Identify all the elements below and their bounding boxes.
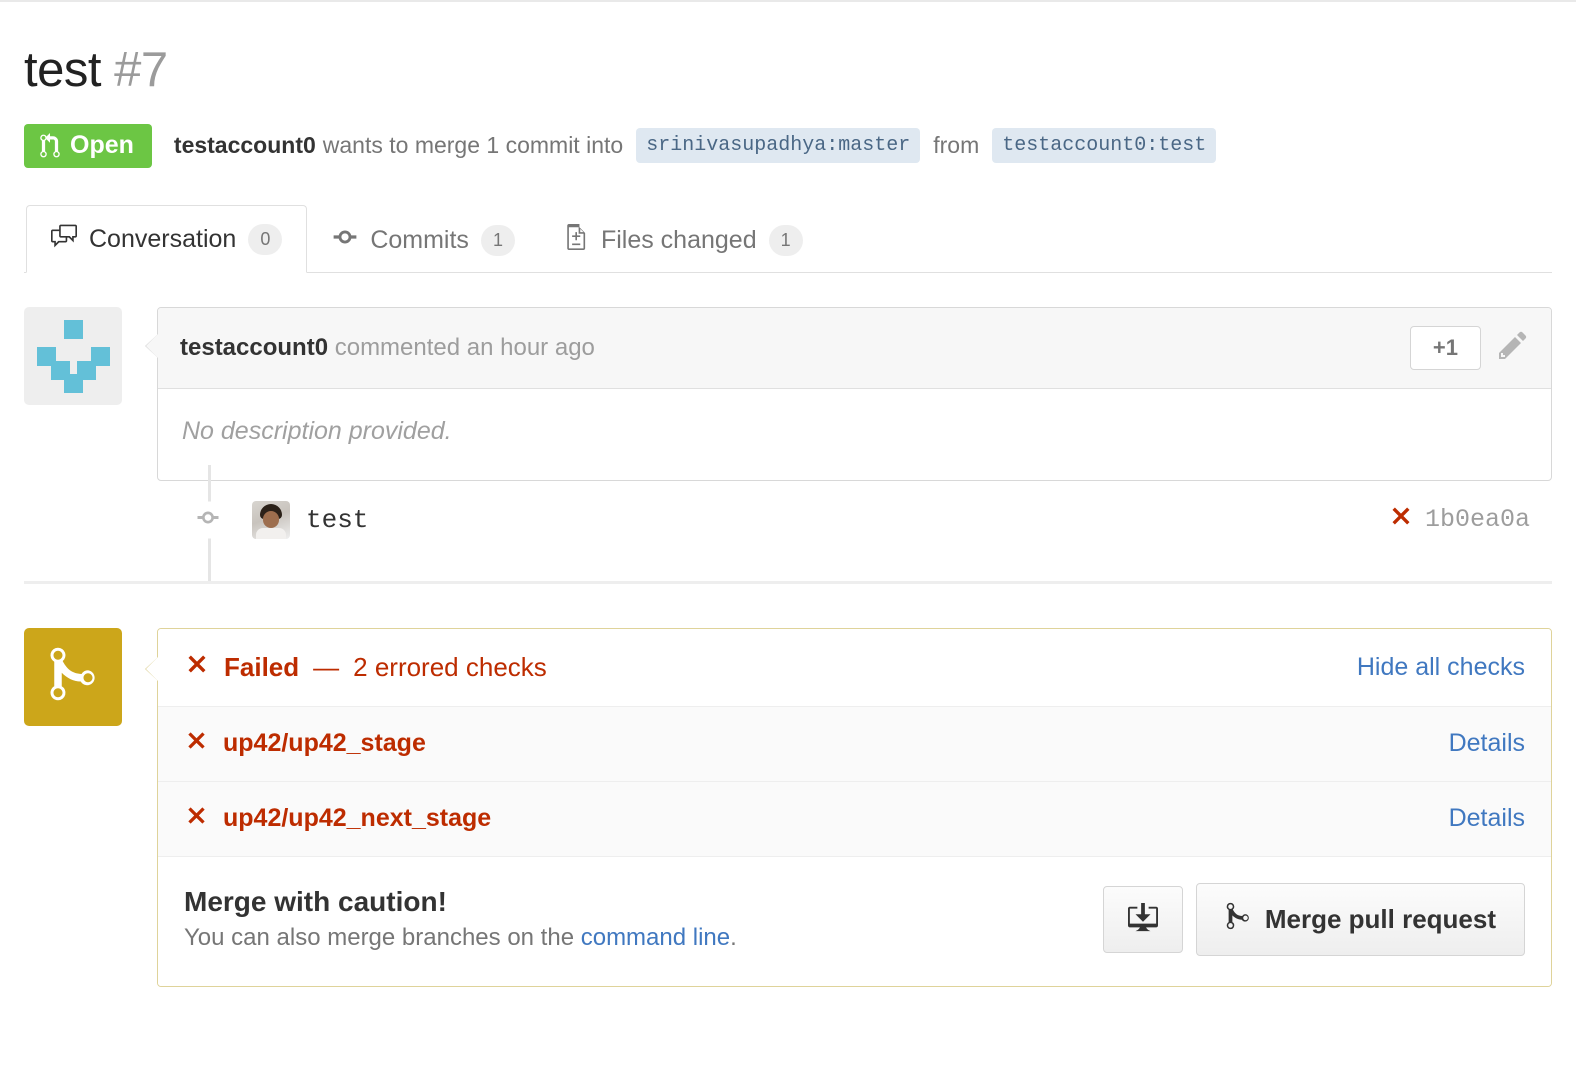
commit-sha[interactable]: 1b0ea0a — [1425, 505, 1530, 534]
commit-sha-group: 1b0ea0a — [1388, 503, 1552, 537]
top-hairline — [0, 0, 1576, 2]
toggle-all-checks-link[interactable]: Hide all checks — [1357, 653, 1525, 682]
pr-from-word: from — [933, 132, 980, 159]
merge-footer: Merge with caution! You can also merge b… — [158, 855, 1551, 986]
check-details-link[interactable]: Details — [1449, 804, 1525, 833]
checks-status: Failed — 2 errored checks — [184, 651, 547, 684]
git-pull-request-icon — [39, 132, 61, 159]
x-icon[interactable] — [1388, 503, 1414, 537]
avatar[interactable] — [24, 306, 122, 405]
commit-content: test — [252, 500, 368, 539]
pr-author[interactable]: testaccount0 — [174, 132, 316, 159]
checks-status-detail: 2 errored checks — [353, 651, 547, 682]
commit-row: test 1b0ea0a — [24, 464, 1552, 581]
x-icon — [184, 651, 210, 684]
pr-merge-phrase: wants to merge 1 commit into — [322, 132, 624, 159]
merge-heading: Merge with caution! — [184, 886, 447, 918]
merge-note: You can also merge branches on the comma… — [184, 924, 737, 952]
merge-note-suffix: . — [730, 924, 737, 952]
checks-status-dash: — — [313, 651, 340, 682]
comment-body: No description provided. — [182, 416, 452, 445]
comment-timestamp: commented an hour ago — [334, 333, 595, 361]
merge-pull-request-button[interactable]: Merge pull request — [1195, 882, 1525, 956]
check-name-group: up42/up42_stage — [184, 728, 426, 760]
merge-buttons: Merge pull request — [1102, 882, 1525, 956]
git-commit-icon — [332, 224, 358, 257]
timeline-divider — [24, 580, 1552, 584]
status-badge: Open — [24, 123, 152, 168]
pr-tabs: Conversation 0 Commits 1 Files changed 1 — [24, 204, 1552, 273]
status-badge-label: Open — [70, 131, 134, 160]
pr-title-text: test — [24, 43, 101, 97]
tab-conversation-label: Conversation — [89, 224, 237, 253]
tab-files-changed-label: Files changed — [600, 225, 757, 254]
timeline: testaccount0 commented an hour ago +1 No… — [24, 306, 1552, 987]
comment-header: testaccount0 commented an hour ago +1 — [158, 307, 1551, 389]
x-icon — [184, 803, 209, 835]
check-details-link[interactable]: Details — [1449, 729, 1525, 758]
merge-status-block: Failed — 2 errored checks Hide all check… — [24, 627, 1552, 987]
commit-message[interactable]: test — [306, 505, 368, 535]
tab-conversation-count: 0 — [248, 224, 283, 255]
comment-card: testaccount0 commented an hour ago +1 No… — [145, 306, 1552, 481]
check-name: up42/up42_next_stage — [223, 804, 492, 833]
comment-author[interactable]: testaccount0 — [180, 334, 328, 361]
base-branch-chip[interactable]: srinivasupadhya:master — [636, 128, 921, 164]
pencil-icon[interactable] — [1497, 329, 1529, 366]
page-title: test #7 — [24, 0, 1552, 98]
check-row: up42/up42_stage Details — [158, 705, 1551, 781]
merge-note-prefix: You can also merge branches on the — [184, 924, 581, 952]
check-name: up42/up42_stage — [223, 729, 426, 758]
pull-request-page: test #7 Open testaccount0 wants to merge… — [0, 0, 1576, 987]
git-merge-icon — [1225, 901, 1251, 938]
merge-status-card: Failed — 2 errored checks Hide all check… — [145, 627, 1552, 987]
pr-number: #7 — [114, 43, 168, 97]
merge-footer-text: Merge with caution! You can also merge b… — [184, 886, 737, 952]
git-commit-node-icon — [188, 501, 228, 539]
tab-files-changed[interactable]: Files changed 1 — [540, 206, 828, 273]
checks-header: Failed — 2 errored checks Hide all check… — [158, 628, 1551, 706]
git-merge-icon — [46, 644, 100, 709]
check-name-group: up42/up42_next_stage — [184, 803, 491, 835]
tab-commits-count: 1 — [480, 225, 515, 256]
command-line-link[interactable]: command line — [581, 924, 730, 951]
diff-file-icon — [565, 223, 589, 257]
comment-discussion-icon — [51, 223, 77, 256]
merge-status-badge — [24, 627, 122, 726]
comment-actions: +1 — [1409, 325, 1529, 370]
head-branch-chip[interactable]: testaccount0:test — [992, 128, 1217, 164]
tab-conversation[interactable]: Conversation 0 — [26, 204, 308, 273]
pr-meta-row: Open testaccount0 wants to merge 1 commi… — [24, 123, 1552, 168]
open-in-desktop-button[interactable] — [1102, 885, 1183, 953]
comment-block: testaccount0 commented an hour ago +1 No… — [24, 306, 1552, 481]
check-row: up42/up42_next_stage Details — [158, 780, 1551, 856]
tab-commits[interactable]: Commits 1 — [307, 206, 540, 273]
merge-pull-request-label: Merge pull request — [1264, 903, 1496, 934]
x-icon — [184, 728, 209, 760]
desktop-download-icon — [1126, 902, 1160, 936]
tab-commits-label: Commits — [370, 225, 469, 254]
comment-author-line: testaccount0 commented an hour ago — [180, 334, 595, 362]
tab-files-changed-count: 1 — [768, 225, 803, 256]
commit-author-avatar[interactable] — [252, 500, 290, 539]
checks-status-word: Failed — [224, 651, 300, 682]
reaction-plus-one-button[interactable]: +1 — [1409, 325, 1481, 370]
